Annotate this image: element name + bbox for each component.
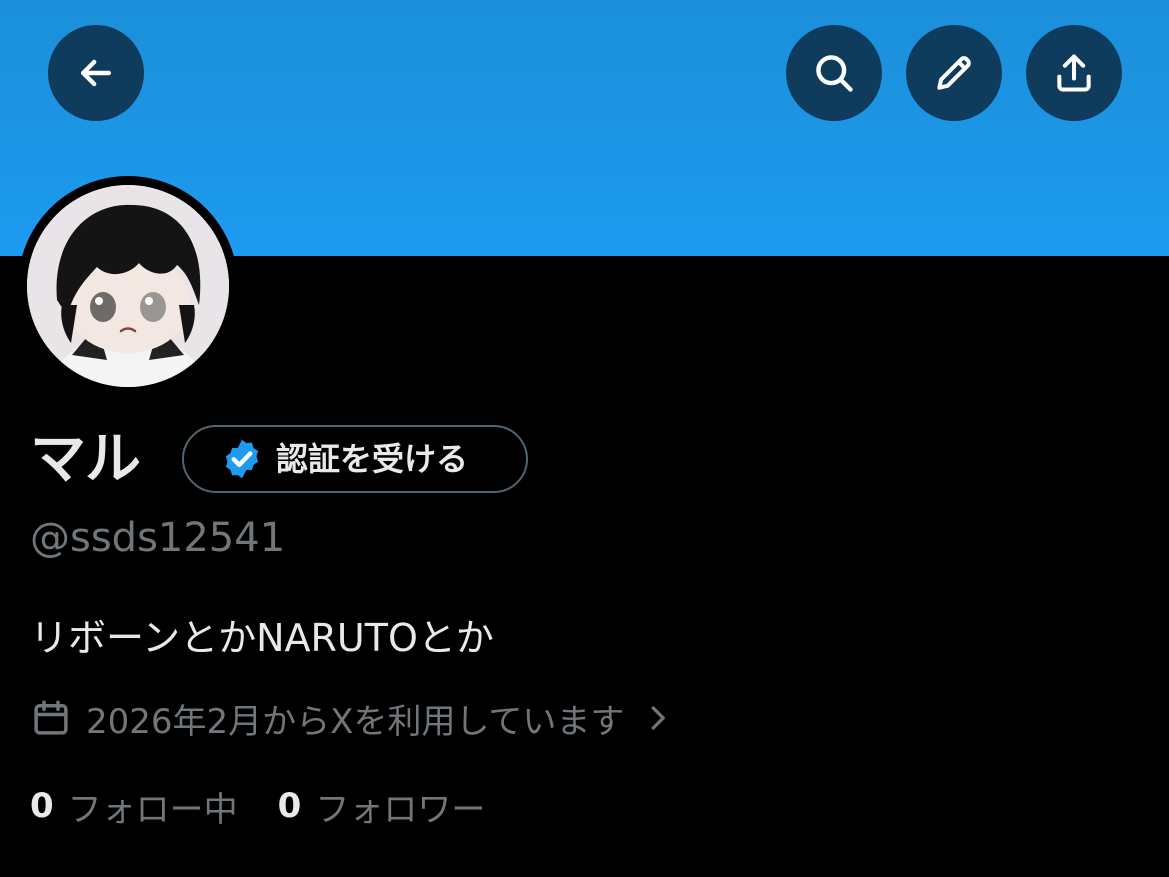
display-name: マル (30, 427, 141, 492)
follow-stats: 0 フォロー中 0 フォロワー (30, 780, 485, 832)
following-label: フォロー中 (67, 789, 238, 830)
avatar-image (27, 185, 229, 387)
get-verified-button[interactable]: 認証を受ける (182, 425, 528, 493)
back-button[interactable] (48, 25, 144, 121)
share-upload-icon (1057, 54, 1091, 92)
user-handle: @ssds12541 (30, 515, 286, 561)
share-button[interactable] (1026, 25, 1122, 121)
edit-profile-button[interactable] (906, 25, 1002, 121)
avatar-border (18, 176, 238, 396)
arrow-left-icon (80, 59, 112, 87)
pencil-icon (937, 56, 971, 90)
calendar-icon (34, 700, 68, 735)
following-count: 0 (30, 786, 54, 826)
following-link[interactable]: 0 フォロー中 (30, 782, 238, 831)
chevron-right-icon (652, 706, 666, 730)
followers-label: フォロワー (315, 789, 486, 830)
search-button[interactable] (786, 25, 882, 121)
joined-date-text: 2026年2月からXを利用しています (86, 701, 625, 742)
search-icon (816, 55, 853, 92)
get-verified-label: 認証を受ける (276, 440, 469, 478)
verified-badge-icon (225, 439, 259, 479)
joined-date-row[interactable]: 2026年2月からXを利用しています (30, 692, 672, 744)
followers-count: 0 (277, 786, 302, 826)
profile-screen: マル 認証を受ける @ssds12541 リボーンとかNARUTOとか 2026… (0, 0, 1169, 877)
avatar[interactable] (27, 185, 229, 387)
followers-link[interactable]: 0 フォロワー (278, 782, 486, 831)
profile-bio: リボーンとかNARUTOとか (30, 616, 494, 660)
